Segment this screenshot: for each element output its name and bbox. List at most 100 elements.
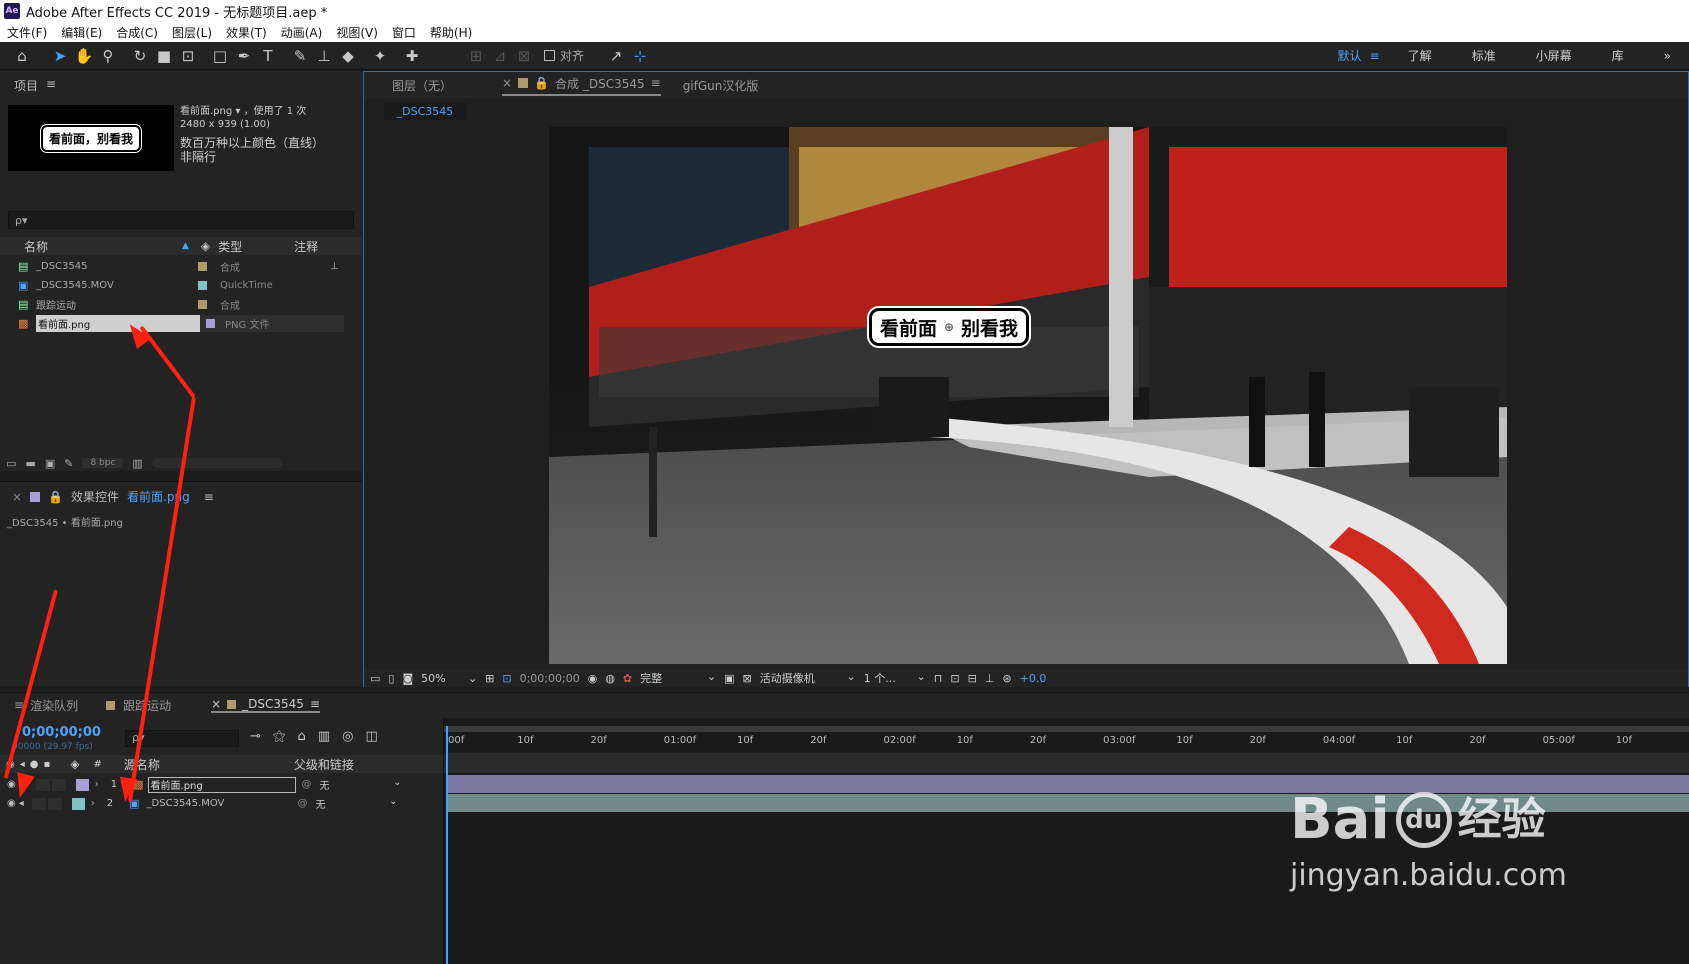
fast-previews-icon[interactable]: ⊡ bbox=[950, 672, 959, 685]
always-preview-icon[interactable]: ▭ bbox=[370, 672, 380, 685]
project-search-input[interactable]: ρ▾ bbox=[8, 211, 354, 229]
eraser-tool-icon[interactable]: ◆ bbox=[336, 44, 360, 68]
comp-navigator-chip[interactable]: _DSC3545 bbox=[384, 103, 466, 120]
mask-toggle-icon[interactable]: ◙ bbox=[402, 672, 413, 685]
solo-switch[interactable] bbox=[31, 797, 46, 810]
new-composition-icon[interactable]: ▣ bbox=[45, 457, 55, 470]
shy-layers-icon[interactable]: ⌂ bbox=[298, 729, 306, 744]
tracker-tab[interactable]: 跟踪运动 bbox=[106, 697, 171, 714]
anchor-point-icon[interactable]: ⊕ bbox=[944, 320, 954, 334]
interpret-footage-icon[interactable]: ▭ bbox=[6, 457, 16, 470]
parent-select[interactable]: 无 ⌄ bbox=[316, 796, 398, 811]
safe-margins-icon[interactable]: ⊡ bbox=[502, 672, 511, 685]
layer-label-swatch[interactable] bbox=[71, 797, 85, 810]
solo-icon[interactable]: ● bbox=[30, 759, 39, 770]
solo-switch[interactable] bbox=[35, 778, 50, 791]
display-icon[interactable]: ▯ bbox=[388, 672, 394, 685]
lock-icon[interactable]: ▪ bbox=[44, 759, 51, 770]
menu-help[interactable]: 帮助(H) bbox=[423, 24, 479, 41]
audio-icon[interactable]: ◂ bbox=[19, 798, 24, 809]
label-swatch[interactable] bbox=[198, 262, 207, 271]
menu-layer[interactable]: 图层(L) bbox=[165, 24, 219, 41]
view-axis-icon[interactable]: ⊠ bbox=[512, 44, 536, 68]
workspace-more-button[interactable]: » bbox=[1644, 49, 1689, 63]
panel-menu-icon[interactable]: ≡ bbox=[46, 77, 56, 94]
graph-editor-icon[interactable]: ◫ bbox=[365, 729, 377, 744]
col-name-header[interactable]: 名称 bbox=[24, 238, 154, 255]
current-time-indicator[interactable] bbox=[446, 726, 448, 964]
label-swatch[interactable] bbox=[198, 281, 207, 290]
lock-switch[interactable] bbox=[47, 797, 62, 810]
audio-icon[interactable]: ◂ bbox=[20, 759, 25, 770]
label-col-icon[interactable]: ◈ bbox=[201, 239, 210, 253]
menu-file[interactable]: 文件(F) bbox=[0, 24, 54, 41]
project-panel-title[interactable]: 项目 bbox=[14, 77, 38, 94]
reset-exposure-icon[interactable]: ⊛ bbox=[1002, 672, 1011, 685]
panel-menu-icon[interactable]: ≡ bbox=[651, 76, 661, 90]
layer-row[interactable]: ◉ › 1 ▩ 看前面.png @ 无 ⌄ bbox=[0, 775, 443, 794]
close-tab-icon[interactable]: × bbox=[502, 76, 512, 90]
snap-edges-icon[interactable]: ⊹ bbox=[628, 44, 652, 68]
zoom-tool-icon[interactable]: ⚲ bbox=[96, 44, 120, 68]
layer-name-field[interactable]: 看前面.png bbox=[147, 776, 296, 793]
menu-composition[interactable]: 合成(C) bbox=[109, 24, 165, 41]
parent-select[interactable]: 无 ⌄ bbox=[320, 777, 402, 792]
source-name-header[interactable]: 源名称 bbox=[124, 756, 294, 773]
frame-blending-icon[interactable]: ▥ bbox=[318, 729, 330, 744]
draft-3d-icon[interactable]: ⚝ bbox=[273, 729, 286, 744]
camera-select[interactable]: 活动摄像机 ⌄ bbox=[760, 670, 856, 686]
hand-tool-icon[interactable]: ✋ bbox=[72, 44, 96, 68]
type-tool-icon[interactable]: T bbox=[256, 44, 280, 68]
project-item-row-selected[interactable]: ▩ 看前面.png PNG 文件 bbox=[0, 314, 344, 333]
fit-icon[interactable]: ⊞ bbox=[485, 672, 494, 685]
roto-brush-tool-icon[interactable]: ✦ bbox=[368, 44, 392, 68]
puppet-pin-tool-icon[interactable]: ✚ bbox=[400, 44, 424, 68]
snapshot-icon[interactable]: ◉ bbox=[588, 672, 598, 685]
workspace-libraries[interactable]: 库 bbox=[1592, 47, 1644, 64]
brush-tool-icon[interactable]: ✎ bbox=[288, 44, 312, 68]
panel-menu-icon[interactable]: ≡ bbox=[204, 490, 214, 504]
camera-tool-icon[interactable]: ■ bbox=[152, 44, 176, 68]
exposure-value[interactable]: +0.0 bbox=[1020, 672, 1047, 685]
close-tab-icon[interactable]: × bbox=[211, 697, 221, 711]
pan-behind-tool-icon[interactable]: ⊡ bbox=[176, 44, 200, 68]
comp-viewer-tab[interactable]: × 🔒 合成 _DSC3545 ≡ bbox=[502, 75, 661, 96]
label-swatch[interactable] bbox=[206, 319, 215, 328]
bpc-button[interactable]: 8 bpc bbox=[82, 458, 124, 468]
menu-window[interactable]: 窗口 bbox=[385, 24, 423, 41]
channel-icon[interactable]: ✿ bbox=[623, 672, 632, 685]
project-item-row[interactable]: ▣ _DSC3545.MOV QuickTime bbox=[0, 276, 362, 295]
snap-checkbox[interactable] bbox=[544, 50, 555, 61]
chevron-right-icon[interactable]: › bbox=[91, 798, 95, 809]
zoom-select[interactable]: 50% ⌄ bbox=[421, 672, 477, 685]
edit-settings-icon[interactable]: ✎ bbox=[64, 457, 73, 470]
resolution-select[interactable]: 完整 ⌄ bbox=[640, 670, 716, 686]
composition-frame[interactable]: 看前面 ⊕ 别看我 bbox=[549, 127, 1507, 664]
menu-animation[interactable]: 动画(A) bbox=[274, 24, 330, 41]
home-icon[interactable]: ⌂ bbox=[10, 44, 34, 68]
views-select[interactable]: 1 个... ⌄ bbox=[864, 670, 926, 686]
workspace-menu-icon[interactable]: ≡ bbox=[1370, 49, 1380, 63]
workspace-small-screen[interactable]: 小屏幕 bbox=[1516, 47, 1592, 64]
workspace-standard[interactable]: 标准 bbox=[1452, 47, 1516, 64]
sort-asc-icon[interactable]: ▲ bbox=[182, 241, 189, 251]
panel-menu-icon[interactable]: ≡ bbox=[310, 697, 320, 711]
local-axis-icon[interactable]: ⊞ bbox=[464, 44, 488, 68]
col-note-header[interactable]: 注释 bbox=[294, 238, 318, 255]
delete-icon[interactable]: ▥ bbox=[132, 457, 142, 470]
project-horizontal-scrollbar[interactable] bbox=[151, 458, 282, 468]
label-col-icon[interactable]: ◈ bbox=[70, 757, 79, 771]
layer-row[interactable]: ◉ ◂ › 2 ▣ _DSC3545.MOV @ 无 ⌄ bbox=[0, 794, 443, 813]
comp-mini-flowchart-icon[interactable]: ⊸ bbox=[250, 729, 261, 744]
flowchart-icon[interactable]: ⊥ bbox=[985, 672, 995, 685]
pick-whip-icon[interactable]: @ bbox=[302, 779, 312, 790]
menu-view[interactable]: 视图(V) bbox=[329, 24, 385, 41]
time-ruler[interactable]: 00f 10f 20f 01:00f 10f 20f 02:00f 10f 20… bbox=[444, 735, 1689, 751]
menu-edit[interactable]: 编辑(E) bbox=[54, 24, 109, 41]
lock-icon[interactable]: 🔒 bbox=[534, 76, 549, 90]
rotate-tool-icon[interactable]: ↻ bbox=[128, 44, 152, 68]
col-type-header[interactable]: 类型 bbox=[218, 238, 294, 255]
snap-option-icon[interactable]: ↗ bbox=[604, 44, 628, 68]
eye-icon[interactable]: ◉ bbox=[7, 798, 16, 809]
viewer-timecode[interactable]: 0;00;00;00 bbox=[520, 672, 580, 685]
